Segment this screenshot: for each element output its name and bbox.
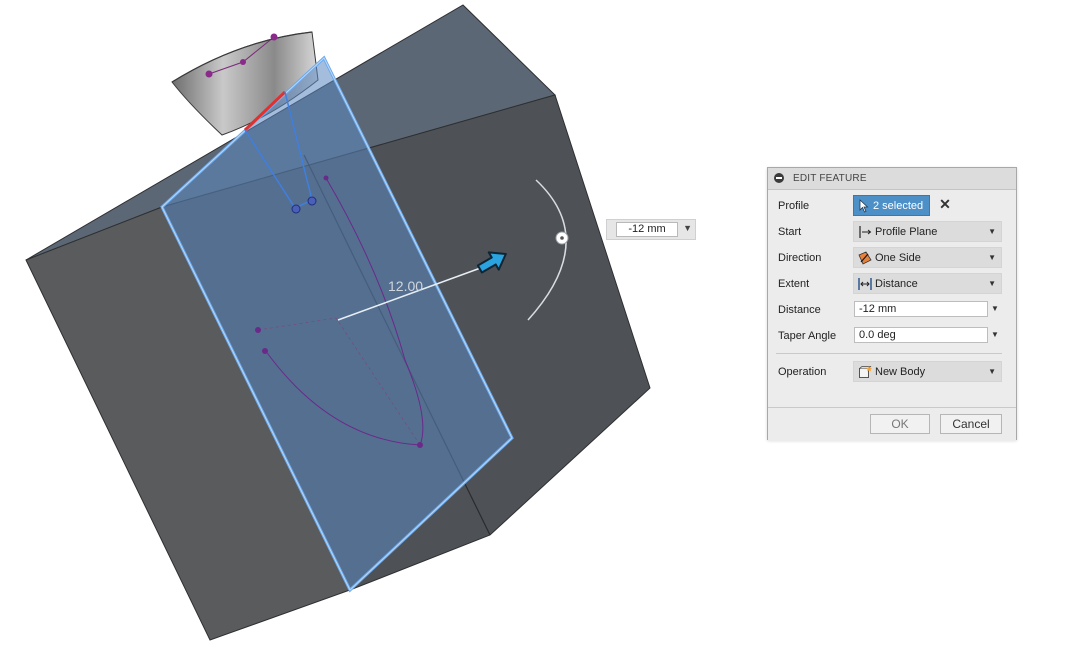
chevron-down-icon[interactable]: ▼ [683, 223, 692, 233]
panel-title: EDIT FEATURE [793, 173, 867, 184]
direction-label: Direction [778, 252, 822, 264]
start-label: Start [778, 226, 802, 238]
operation-label: Operation [778, 366, 827, 378]
clear-selection-icon[interactable]: ✕ [938, 196, 952, 212]
sketch-point[interactable] [270, 33, 278, 41]
chevron-down-icon: ▼ [988, 367, 996, 376]
sketch-point[interactable] [307, 196, 317, 206]
extent-label: Extent [778, 278, 810, 290]
dimension-label: 12.00 [388, 278, 423, 294]
collapse-icon[interactable] [774, 173, 784, 183]
angle-manipulator-handle-dot [560, 236, 564, 240]
taper-angle-label: Taper Angle [778, 330, 837, 342]
distance-label: Distance [778, 304, 821, 316]
extent-row: Extent Distance ▼ [768, 272, 1016, 296]
chevron-down-icon: ▼ [988, 227, 996, 236]
operation-row: Operation New Body ▼ [768, 360, 1016, 384]
floating-distance-field[interactable]: -12 mm [616, 222, 678, 237]
sketch-point[interactable] [291, 204, 301, 214]
new-body-icon [859, 366, 872, 378]
distance-row: Distance -12 mm ▼ [768, 298, 1016, 322]
cancel-button[interactable]: Cancel [940, 414, 1002, 434]
profile-selection-count: 2 selected [873, 200, 924, 212]
start-dropdown[interactable]: Profile Plane ▼ [853, 221, 1002, 242]
one-side-icon [858, 251, 872, 265]
chevron-down-icon[interactable]: ▼ [991, 330, 999, 339]
profile-label: Profile [778, 200, 810, 212]
distance-icon [858, 278, 872, 290]
extent-dropdown[interactable]: Distance ▼ [853, 273, 1002, 294]
taper-angle-row: Taper Angle 0.0 deg ▼ [768, 324, 1016, 348]
sketch-point[interactable] [255, 327, 261, 333]
sketch-point[interactable] [323, 175, 329, 181]
sketch-point[interactable] [417, 442, 423, 448]
operation-value: New Body [875, 366, 926, 378]
cursor-icon [859, 199, 869, 213]
section-divider [776, 353, 1002, 354]
sketch-point[interactable] [262, 348, 268, 354]
floating-distance-input[interactable]: -12 mm ▼ [606, 219, 696, 240]
direction-dropdown[interactable]: One Side ▼ [853, 247, 1002, 268]
operation-dropdown[interactable]: New Body ▼ [853, 361, 1002, 382]
chevron-down-icon: ▼ [988, 253, 996, 262]
sketch-point[interactable] [240, 59, 246, 65]
taper-angle-input[interactable]: 0.0 deg [854, 327, 988, 343]
profile-selection-button[interactable]: 2 selected [853, 195, 930, 216]
edit-feature-panel: EDIT FEATURE Profile 2 selected ✕ Start … [767, 167, 1017, 441]
profile-row: Profile 2 selected ✕ [768, 194, 1016, 218]
panel-header: EDIT FEATURE [768, 168, 1016, 190]
start-value: Profile Plane [875, 226, 938, 238]
extent-value: Distance [875, 278, 918, 290]
direction-value: One Side [875, 252, 921, 264]
chevron-down-icon[interactable]: ▼ [991, 304, 999, 313]
direction-row: Direction One Side ▼ [768, 246, 1016, 270]
profile-plane-icon [859, 226, 872, 238]
distance-input[interactable]: -12 mm [854, 301, 988, 317]
panel-footer: OK Cancel [768, 407, 1016, 441]
ok-button[interactable]: OK [870, 414, 930, 434]
sketch-point[interactable] [205, 70, 213, 78]
chevron-down-icon: ▼ [988, 279, 996, 288]
start-row: Start Profile Plane ▼ [768, 220, 1016, 244]
